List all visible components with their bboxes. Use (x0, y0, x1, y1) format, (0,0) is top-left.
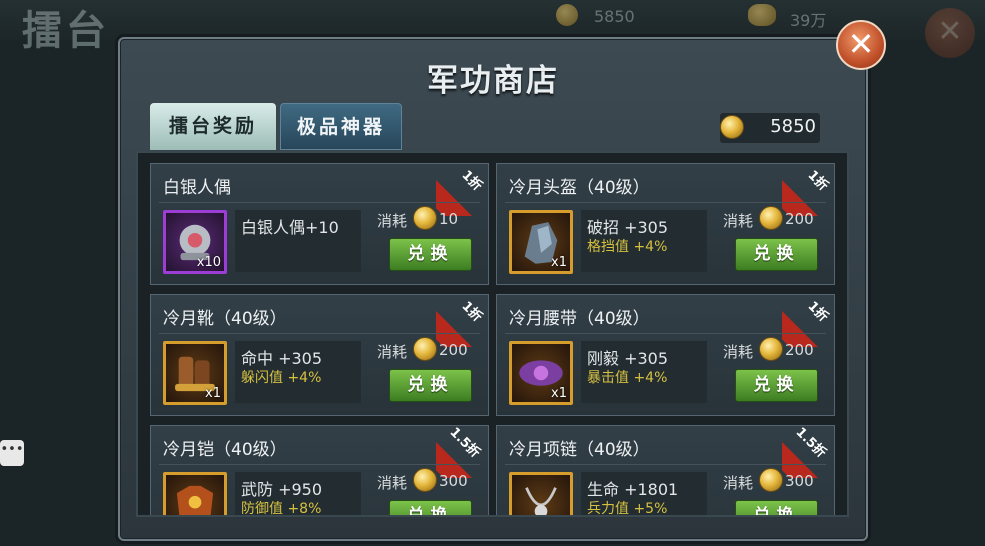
item-card: 冷月项链（40级） 1.5折 x1 生命 +1801 兵力值 +5% 消耗 300 兑换 (496, 425, 835, 517)
item-stats: 刚毅 +305 暴击值 +4% (581, 341, 707, 403)
discount-ribbon: 1.5折 (436, 426, 488, 478)
background-silver-amount: 39万 (790, 11, 827, 30)
divider (159, 202, 480, 203)
item-name: 白银人偶 (163, 178, 231, 198)
cost-value: 300 (439, 472, 468, 490)
item-stat-primary: 破招 +305 (587, 218, 669, 237)
cost-value: 300 (785, 472, 814, 490)
divider (505, 202, 826, 203)
silver-ingot-icon (748, 4, 776, 26)
merit-coin-icon (413, 468, 437, 492)
item-stat-primary: 武防 +950 (241, 480, 323, 499)
item-stat-secondary: 躲闪值 +4% (241, 370, 322, 386)
discount-ribbon: 1折 (782, 295, 834, 347)
necklace-icon[interactable]: x1 (509, 472, 573, 515)
item-name: 冷月腰带（40级） (509, 309, 650, 329)
divider (505, 464, 826, 465)
item-stats: 破招 +305 格挡值 +4% (581, 210, 707, 272)
item-card: 冷月头盔（40级） 1折 x1 破招 +305 格挡值 +4% 消耗 200 兑换 (496, 163, 835, 285)
cost-value: 200 (439, 341, 468, 359)
exchange-button[interactable]: 兑换 (735, 500, 818, 515)
background-gold-amount: 5850 (594, 7, 635, 26)
item-stats: 白银人偶+10 (235, 210, 361, 272)
item-stat-secondary: 兵力值 +5% (587, 501, 668, 517)
close-button[interactable]: ✕ (836, 20, 886, 70)
silver-doll-icon[interactable]: x10 (163, 210, 227, 274)
discount-ribbon: 1折 (782, 164, 834, 216)
item-quantity: x1 (551, 386, 567, 401)
exchange-button[interactable]: 兑换 (735, 238, 818, 271)
cost-value: 10 (439, 210, 459, 228)
item-name: 冷月头盔（40级） (509, 178, 650, 198)
discount-ribbon: 1.5折 (782, 426, 834, 478)
item-quantity: x1 (205, 386, 221, 401)
merit-coin-icon (759, 337, 783, 361)
exchange-button[interactable]: 兑换 (735, 369, 818, 402)
merit-coin-icon (759, 468, 783, 492)
discount-label: 1折 (458, 298, 485, 326)
cost-label: 消耗 (723, 343, 754, 361)
item-stat-secondary: 格挡值 +4% (587, 239, 668, 255)
exchange-button[interactable]: 兑换 (389, 500, 472, 515)
cost-label: 消耗 (723, 212, 754, 230)
exchange-button[interactable]: 兑换 (389, 238, 472, 271)
cost-label: 消耗 (377, 474, 408, 492)
tab-arena-rewards[interactable]: 擂台奖励 (150, 103, 276, 150)
belt-icon[interactable]: x1 (509, 341, 573, 405)
merit-coin-icon (413, 337, 437, 361)
armor-icon[interactable]: x1 (163, 472, 227, 515)
item-name: 冷月靴（40级） (163, 309, 287, 329)
item-quantity: x1 (551, 255, 567, 270)
item-stats: 生命 +1801 兵力值 +5% (581, 472, 707, 517)
item-name: 冷月项链（40级） (509, 440, 650, 460)
background-title: 擂台 (22, 8, 110, 54)
item-stats: 武防 +950 防御值 +8% (235, 472, 361, 517)
gold-coin-icon (556, 4, 578, 26)
item-card: 冷月腰带（40级） 1折 x1 刚毅 +305 暴击值 +4% 消耗 200 兑换 (496, 294, 835, 416)
cost-label: 消耗 (377, 343, 408, 361)
cost-value: 200 (785, 341, 814, 359)
item-name: 冷月铠（40级） (163, 440, 287, 460)
item-card: 冷月靴（40级） 1折 x1 命中 +305 躲闪值 +4% 消耗 200 兑换 (150, 294, 489, 416)
merit-coin-icon (759, 206, 783, 230)
item-card: 白银人偶 1折 x10 白银人偶+10 消耗 10 兑换 (150, 163, 489, 285)
helmet-icon[interactable]: x1 (509, 210, 573, 274)
divider (159, 464, 480, 465)
discount-label: 1折 (804, 298, 831, 326)
discount-label: 1.5折 (792, 426, 829, 461)
merit-balance-value: 5850 (770, 116, 816, 137)
item-stat-primary: 白银人偶+10 (241, 218, 339, 237)
discount-label: 1折 (458, 167, 485, 195)
divider (159, 333, 480, 334)
item-list[interactable]: 白银人偶 1折 x10 白银人偶+10 消耗 10 兑换 冷月头盔（40级） 1折 x1 破招 +3… (136, 151, 849, 517)
item-stat-secondary: 暴击值 +4% (587, 370, 668, 386)
discount-label: 1.5折 (446, 426, 483, 461)
merit-coin-icon (413, 206, 437, 230)
divider (505, 333, 826, 334)
chat-icon[interactable]: ••• (0, 440, 24, 466)
boots-icon[interactable]: x1 (163, 341, 227, 405)
background-close-icon: ✕ (925, 8, 975, 58)
item-stats: 命中 +305 躲闪值 +4% (235, 341, 361, 403)
exchange-button[interactable]: 兑换 (389, 369, 472, 402)
item-card: 冷月铠（40级） 1.5折 x1 武防 +950 防御值 +8% 消耗 300 兑换 (150, 425, 489, 517)
cost-value: 200 (785, 210, 814, 228)
item-stat-secondary: 防御值 +8% (241, 501, 322, 517)
discount-ribbon: 1折 (436, 164, 488, 216)
item-quantity: x10 (196, 255, 221, 270)
merit-balance: 5850 (720, 113, 820, 143)
dialog-title: 军功商店 (427, 63, 559, 99)
item-stat-primary: 命中 +305 (241, 349, 323, 368)
item-stat-primary: 刚毅 +305 (587, 349, 669, 368)
discount-label: 1折 (804, 167, 831, 195)
discount-ribbon: 1折 (436, 295, 488, 347)
merit-coin-icon (720, 115, 744, 139)
tab-premium-artifacts[interactable]: 极品神器 (280, 103, 402, 150)
cost-label: 消耗 (723, 474, 754, 492)
cost-label: 消耗 (377, 212, 408, 230)
item-stat-primary: 生命 +1801 (587, 480, 679, 499)
